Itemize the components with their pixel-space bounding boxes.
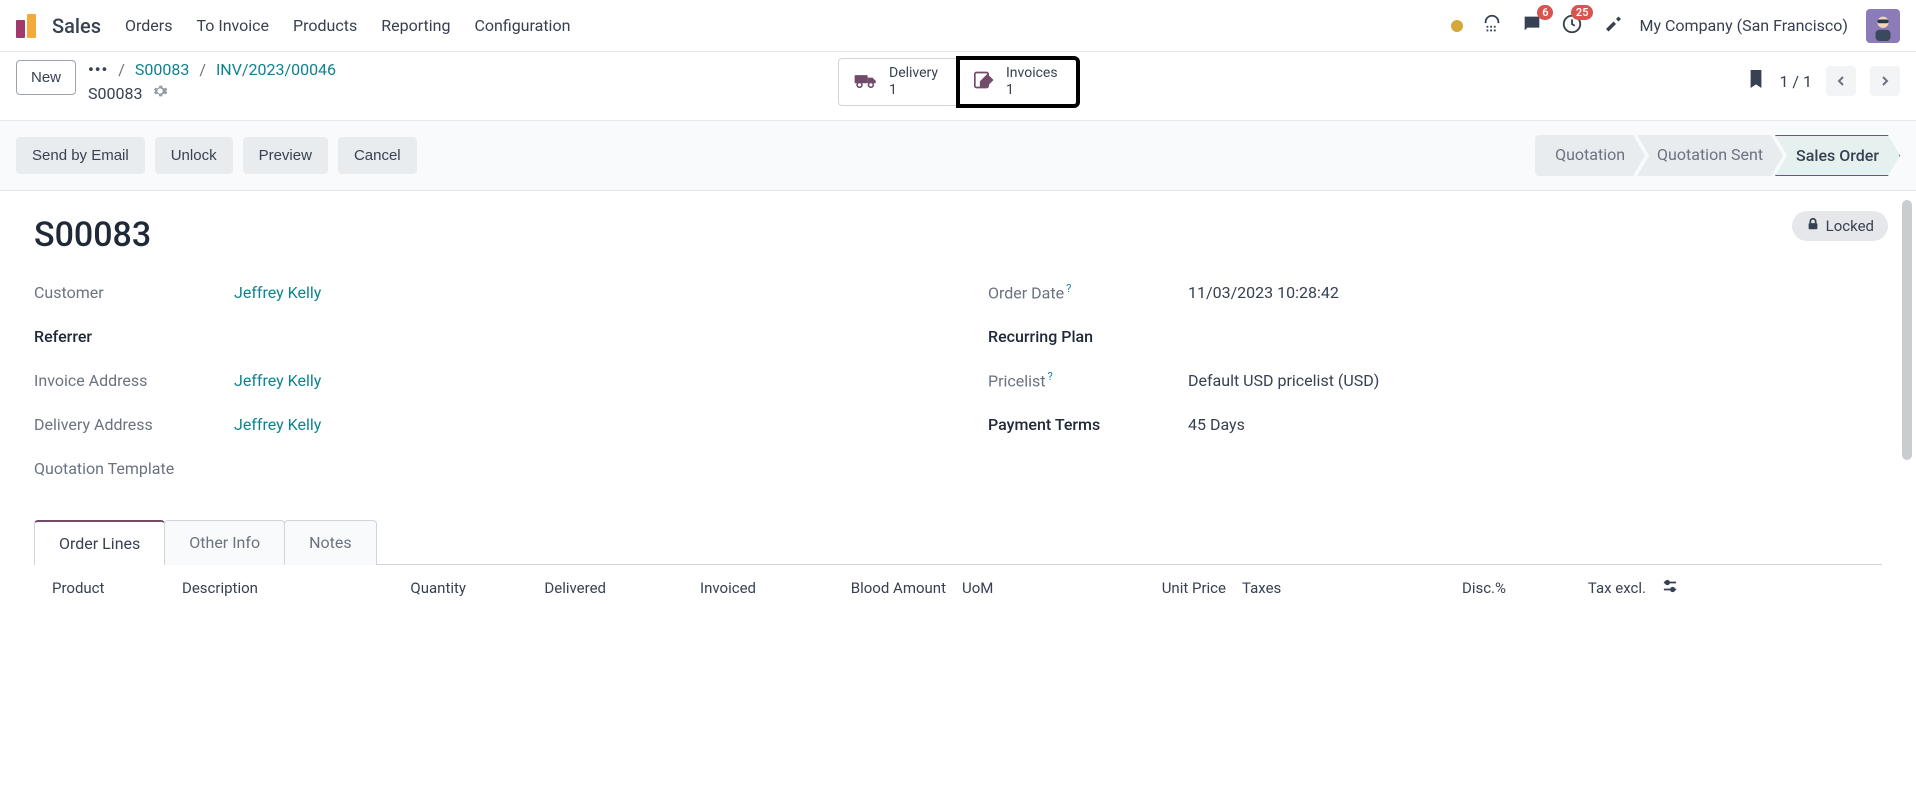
tools-icon[interactable] xyxy=(1601,14,1621,38)
form-left-col: Customer Jeffrey Kelly Referrer Invoice … xyxy=(34,279,928,499)
breadcrumb-bar: New ••• / S00083 / INV/2023/00046 S00083… xyxy=(0,52,1916,120)
send-email-button[interactable]: Send by Email xyxy=(16,137,145,174)
tabs: Order Lines Other Info Notes xyxy=(34,519,1882,565)
nav-menu: Orders To Invoice Products Reporting Con… xyxy=(125,16,570,35)
topbar-right: 6 25 My Company (San Francisco) xyxy=(1451,9,1900,43)
order-date-value: 11/03/2023 10:28:42 xyxy=(1188,283,1339,302)
breadcrumb-link-2[interactable]: INV/2023/00046 xyxy=(216,60,336,79)
adjust-columns-icon[interactable] xyxy=(1654,579,1684,597)
company-selector[interactable]: My Company (San Francisco) xyxy=(1639,16,1848,35)
customer-label: Customer xyxy=(34,283,234,302)
scrollbar[interactable] xyxy=(1902,200,1912,460)
nav-products[interactable]: Products xyxy=(293,16,357,35)
th-delivered: Delivered xyxy=(474,579,614,597)
smart-buttons: Delivery 1 Invoices 1 xyxy=(838,58,1078,106)
invoice-address-value[interactable]: Jeffrey Kelly xyxy=(234,371,321,390)
smart-button-delivery[interactable]: Delivery 1 xyxy=(838,58,958,106)
chat-icon[interactable]: 6 xyxy=(1521,13,1543,39)
quotation-template-label: Quotation Template xyxy=(34,459,234,478)
delivery-address-value[interactable]: Jeffrey Kelly xyxy=(234,415,321,434)
breadcrumb-current: S00083 xyxy=(88,84,142,103)
help-icon[interactable]: ? xyxy=(1066,282,1071,295)
th-unit-price: Unit Price xyxy=(1054,579,1234,597)
status-quotation-sent[interactable]: Quotation Sent xyxy=(1637,135,1783,176)
action-bar: Send by Email Unlock Preview Cancel Quot… xyxy=(0,120,1916,191)
recurring-plan-label: Recurring Plan xyxy=(988,327,1188,346)
smart-button-invoices[interactable]: Invoices 1 xyxy=(958,58,1078,106)
phone-icon[interactable] xyxy=(1481,13,1503,39)
locked-badge: Locked xyxy=(1792,211,1888,241)
activity-icon[interactable]: 25 xyxy=(1561,13,1583,39)
help-icon[interactable]: ? xyxy=(1048,370,1053,383)
form-body: Locked S00083 Customer Jeffrey Kelly Ref… xyxy=(0,191,1916,629)
pricelist-label: Pricelist? xyxy=(988,370,1188,390)
lock-icon xyxy=(1806,217,1820,235)
form-right-col: Order Date? 11/03/2023 10:28:42 Recurrin… xyxy=(988,279,1882,499)
th-tax-excl: Tax excl. xyxy=(1514,579,1654,597)
th-invoiced: Invoiced xyxy=(614,579,764,597)
table-header-row: Product Description Quantity Delivered I… xyxy=(34,565,1882,605)
bookmark-icon[interactable] xyxy=(1747,68,1765,94)
th-product: Product xyxy=(44,579,174,597)
status-quotation[interactable]: Quotation xyxy=(1535,135,1645,176)
th-disc: Disc.% xyxy=(1344,579,1514,597)
topbar: Sales Orders To Invoice Products Reporti… xyxy=(0,0,1916,52)
payment-terms-label: Payment Terms xyxy=(988,415,1188,434)
th-quantity: Quantity xyxy=(354,579,474,597)
nav-configuration[interactable]: Configuration xyxy=(474,16,570,35)
payment-terms-value: 45 Days xyxy=(1188,415,1245,434)
user-avatar[interactable] xyxy=(1866,9,1900,43)
new-button[interactable]: New xyxy=(16,60,76,95)
breadcrumb-dots[interactable]: ••• xyxy=(88,60,108,79)
chat-badge: 6 xyxy=(1537,5,1553,20)
th-description: Description xyxy=(174,579,354,597)
nav-orders[interactable]: Orders xyxy=(125,16,172,35)
th-blood-amount: Blood Amount xyxy=(764,579,954,597)
th-taxes: Taxes xyxy=(1234,579,1344,597)
activity-badge: 25 xyxy=(1571,5,1594,20)
unlock-button[interactable]: Unlock xyxy=(155,137,233,174)
order-date-label: Order Date? xyxy=(988,282,1188,302)
referrer-label: Referrer xyxy=(34,327,234,346)
delivery-address-label: Delivery Address xyxy=(34,415,234,434)
tab-notes[interactable]: Notes xyxy=(284,520,377,565)
tab-order-lines[interactable]: Order Lines xyxy=(34,520,165,565)
edit-icon xyxy=(972,70,996,94)
pager-next-button[interactable] xyxy=(1870,66,1900,96)
cancel-button[interactable]: Cancel xyxy=(338,137,417,174)
breadcrumb-link-1[interactable]: S00083 xyxy=(135,60,189,79)
pager-prev-button[interactable] xyxy=(1826,66,1856,96)
invoice-address-label: Invoice Address xyxy=(34,371,234,390)
truck-icon xyxy=(853,70,879,94)
app-icon[interactable] xyxy=(16,12,44,40)
status-dot-icon[interactable] xyxy=(1451,20,1463,32)
record-title: S00083 xyxy=(34,215,1882,255)
nav-reporting[interactable]: Reporting xyxy=(381,16,450,35)
breadcrumb: ••• / S00083 / INV/2023/00046 xyxy=(88,60,336,79)
app-title[interactable]: Sales xyxy=(52,14,101,38)
status-sales-order[interactable]: Sales Order xyxy=(1775,135,1900,176)
pager-text: 1 / 1 xyxy=(1779,72,1812,91)
gear-icon[interactable] xyxy=(152,83,168,103)
nav-to-invoice[interactable]: To Invoice xyxy=(196,16,269,35)
customer-value[interactable]: Jeffrey Kelly xyxy=(234,283,321,302)
preview-button[interactable]: Preview xyxy=(243,137,328,174)
pricelist-value: Default USD pricelist (USD) xyxy=(1188,371,1379,390)
th-uom: UoM xyxy=(954,579,1054,597)
tab-other-info[interactable]: Other Info xyxy=(164,520,285,565)
status-flow: Quotation Quotation Sent Sales Order xyxy=(1535,135,1900,176)
